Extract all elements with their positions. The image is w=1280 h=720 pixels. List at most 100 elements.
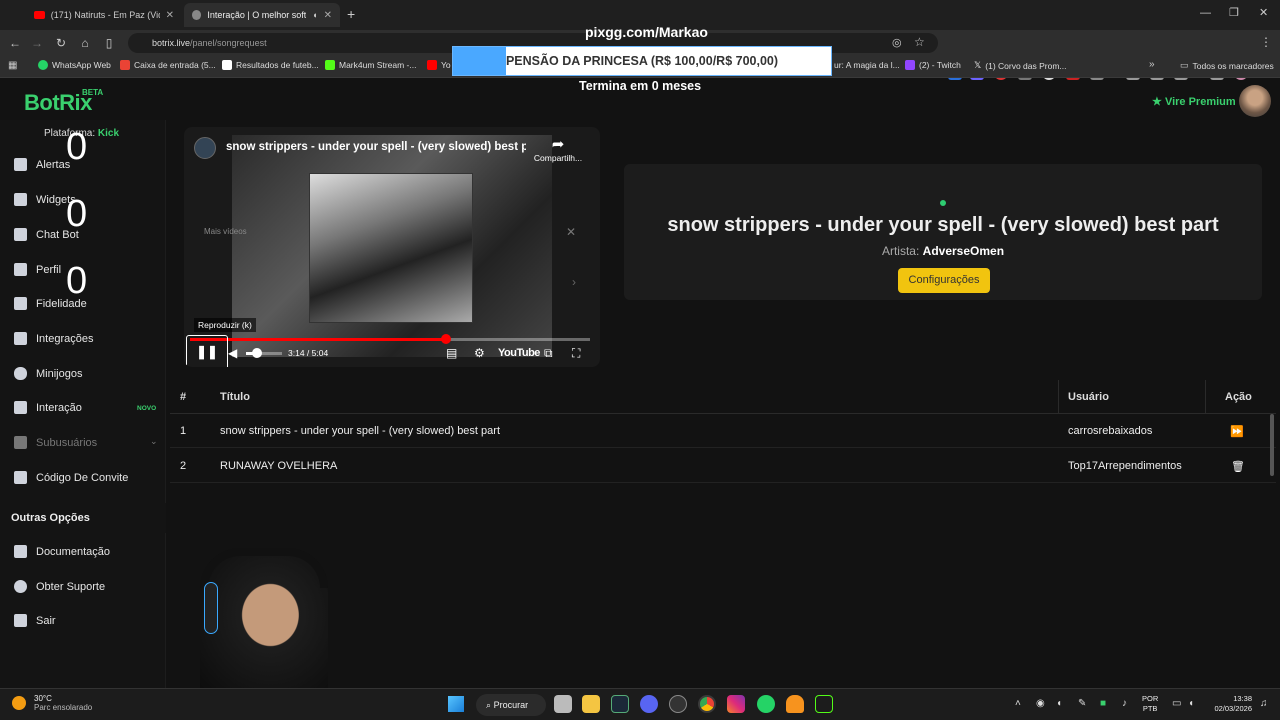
new-tab-button[interactable]: + <box>347 6 355 22</box>
player-controls: ❚❚ ◀ 3:14 / 5:04 ▤ ⚙ YouTube ⧉ ⛶ <box>184 335 600 367</box>
chrome-icon[interactable] <box>698 695 716 713</box>
chevron-up-icon[interactable]: ˄ <box>1015 698 1021 709</box>
bookmark-label: (1) Corvo das Prom... <box>985 60 1067 71</box>
settings-gear-icon[interactable]: ⚙ <box>474 346 485 360</box>
close-window-button[interactable]: ✕ <box>1259 6 1268 19</box>
home-button[interactable]: ⌂ <box>76 34 94 52</box>
maximize-button[interactable]: ❐ <box>1229 6 1239 19</box>
discord-icon[interactable] <box>640 695 658 713</box>
col-user: Usuário <box>1068 391 1109 403</box>
app-icon[interactable] <box>815 695 833 713</box>
obs-icon[interactable] <box>669 695 687 713</box>
browser-tab-botrix[interactable]: Interação | O melhor softw ◖ ✕ <box>184 3 340 27</box>
sidebar-item-suporte[interactable]: Obter Suporte <box>14 580 105 593</box>
forward-button[interactable]: → <box>28 34 46 52</box>
back-button[interactable]: ← <box>6 34 24 52</box>
channel-avatar[interactable] <box>194 137 216 159</box>
sidebar-item-codigo-convite[interactable]: Código De Convite <box>14 471 128 484</box>
sidebar-item-sair[interactable]: Sair <box>14 614 56 627</box>
language-indicator[interactable]: POR PTB <box>1142 694 1158 714</box>
speaker-tray-icon[interactable]: ◖ <box>1056 698 1062 709</box>
sidebar-item-label: Sair <box>36 614 56 627</box>
bookmark-item[interactable]: WhatsApp Web <box>38 60 111 70</box>
subtitles-icon[interactable]: ▤ <box>446 346 457 360</box>
reload-button[interactable]: ↻ <box>52 34 70 52</box>
system-clock[interactable]: 13:38 02/03/2026 <box>1208 694 1252 714</box>
more-bookmarks-icon[interactable]: » <box>1149 59 1155 70</box>
weather-widget[interactable]: 30°C Parc ensolarado <box>12 694 92 712</box>
discord-tray-icon[interactable]: ◉ <box>1036 698 1045 709</box>
youtube-logo[interactable]: YouTube <box>498 347 540 359</box>
volume-knob[interactable] <box>251 348 262 358</box>
star-icon: ★ <box>1152 96 1162 108</box>
mic-icon[interactable]: ♪ <box>1122 698 1127 709</box>
pause-button[interactable]: ❚❚ <box>186 335 228 367</box>
browser-tab-youtube[interactable]: (171) Natiruts - Em Paz (Video ✕ <box>26 3 182 27</box>
table-scrollbar[interactable] <box>1270 414 1274 476</box>
whatsapp-icon[interactable] <box>757 695 775 713</box>
sidebar-item-alertas[interactable]: Alertas <box>14 158 70 171</box>
all-bookmarks-folder[interactable]: ▭ Todos os marcadores <box>1180 60 1274 71</box>
fullscreen-icon[interactable]: ⛶ <box>572 346 580 361</box>
side-panel-button[interactable]: ▯ <box>100 34 118 52</box>
sidebar-item-minijogos[interactable]: Minijogos <box>14 367 82 380</box>
notification-bell-icon[interactable]: ♫ <box>1260 698 1268 709</box>
eye-off-icon[interactable]: ◎ <box>892 36 902 49</box>
bookmark-item[interactable]: Resultados de futeb... <box>222 60 319 70</box>
sidebar-item-interacao[interactable]: Interação <box>14 401 82 414</box>
clock-date: 02/03/2026 <box>1214 704 1252 713</box>
volume-tray-icon[interactable]: ◖ <box>1188 698 1194 709</box>
cloud-app-icon[interactable] <box>786 695 804 713</box>
users-icon <box>14 471 27 484</box>
sidebar-item-integracoes[interactable]: Integrações <box>14 332 93 345</box>
close-tab-icon[interactable]: ✕ <box>324 10 332 21</box>
volume-slider[interactable] <box>246 348 282 358</box>
close-icon[interactable]: ✕ <box>566 225 576 239</box>
minimize-button[interactable]: — <box>1200 7 1211 19</box>
close-tab-icon[interactable]: ✕ <box>166 10 174 21</box>
bookmark-item[interactable]: ur: A magia da l... <box>834 60 900 70</box>
bookmark-item[interactable]: 𝕏 (1) Corvo das Prom... <box>974 60 1067 71</box>
sidebar-item-documentacao[interactable]: Documentação <box>14 545 110 558</box>
speaker-icon[interactable]: ◖ <box>312 10 317 20</box>
bookmark-star-icon[interactable]: ☆ <box>914 35 925 49</box>
bell-icon <box>14 158 27 171</box>
steam-icon[interactable] <box>611 695 629 713</box>
file-explorer-icon[interactable] <box>582 695 600 713</box>
premium-link[interactable]: ★ Vire Premium <box>1152 95 1236 108</box>
youtube-icon <box>34 11 45 19</box>
overlay-counter: 0 <box>66 193 88 235</box>
youtube-player[interactable]: snow strippers - under your spell - (ver… <box>184 127 600 367</box>
robot-icon <box>14 228 27 241</box>
instagram-icon[interactable] <box>727 695 745 713</box>
sidebar-item-perfil[interactable]: Perfil <box>14 263 61 276</box>
apps-grid-icon[interactable]: ▦ <box>8 60 17 71</box>
share-button[interactable]: ➦ Compartilh... <box>530 135 586 163</box>
widgets-icon <box>14 193 27 206</box>
menu-kebab-icon[interactable]: ⋮ <box>1260 35 1272 49</box>
config-button[interactable]: Configurações <box>898 268 990 293</box>
trash-icon[interactable]: 🗑 <box>1231 460 1245 473</box>
bookmark-item[interactable]: (2) - Twitch <box>905 60 961 70</box>
volume-icon[interactable]: ◀ <box>228 346 237 360</box>
more-videos-label: Mais vídeos <box>204 227 247 236</box>
skip-icon[interactable]: ⏩ <box>1230 425 1244 438</box>
sidebar-item-label: Interação <box>36 401 82 414</box>
bookmark-item[interactable]: Mark4um Stream -... <box>325 60 416 70</box>
video-title[interactable]: snow strippers - under your spell - (ver… <box>226 141 526 153</box>
task-view-icon[interactable] <box>554 695 572 713</box>
chevron-down-icon[interactable]: ⌄ <box>150 436 158 447</box>
cast-icon[interactable]: ⧉ <box>544 346 553 361</box>
sidebar-item-subusuarios[interactable]: Subusuários <box>14 436 97 449</box>
windows-start-icon[interactable] <box>448 696 464 712</box>
x-icon: 𝕏 <box>974 60 982 70</box>
user-avatar[interactable] <box>1239 85 1271 117</box>
bookmark-item[interactable]: Caixa de entrada (5... <box>120 60 216 70</box>
shield-icon[interactable]: ■ <box>1100 698 1106 709</box>
whatsapp-icon <box>38 60 48 70</box>
pen-icon[interactable]: ✎ <box>1078 698 1086 709</box>
bookmark-item[interactable]: Yo <box>427 60 451 70</box>
network-icon[interactable]: ▭ <box>1172 698 1181 709</box>
chevron-right-icon[interactable]: › <box>572 275 576 289</box>
taskbar-search[interactable]: ⌕ Procurar <box>476 694 546 716</box>
